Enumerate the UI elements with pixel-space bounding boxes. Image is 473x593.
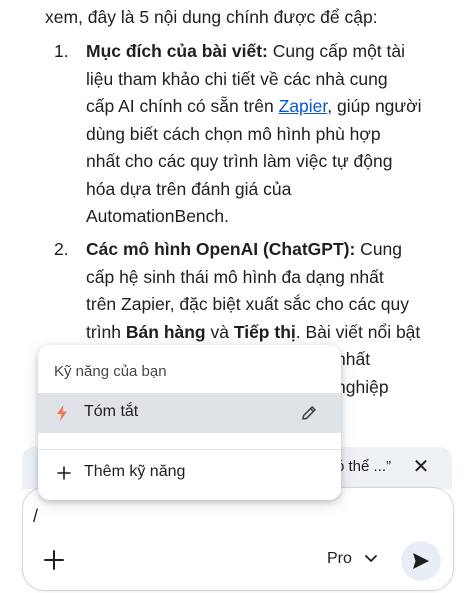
list-line: hóa dựa trên đánh giá của xyxy=(86,178,292,199)
divider xyxy=(38,449,341,450)
add-skill-label: Thêm kỹ năng xyxy=(84,463,186,480)
popup-title: Kỹ năng của bạn xyxy=(54,363,167,380)
skills-popup: Kỹ năng của bạn Tóm tắt Thêm kỹ năng xyxy=(38,345,341,500)
add-skill-button[interactable]: Thêm kỹ năng xyxy=(38,455,341,493)
chevron-down-icon[interactable] xyxy=(364,551,378,567)
list-number: 1. xyxy=(54,41,69,61)
response-intro: xem, đây là 5 nội dung chính được để cập… xyxy=(45,7,378,27)
list-line: AutomationBench. xyxy=(86,206,230,226)
list-line: Mục đích của bài viết: Cung cấp một tài xyxy=(86,38,405,66)
list-text: Cung xyxy=(355,239,403,259)
list-line: nghiệp xyxy=(336,376,389,397)
list-text: trình xyxy=(86,321,126,342)
list-text: . Bài viết nổi bật xyxy=(295,321,421,342)
list-text: Cung cấp một tài xyxy=(267,41,406,61)
list-line: trên Zapier, đặc biệt xuất sắc cho các q… xyxy=(86,294,409,314)
list-line: cấp hệ sinh thái mô hình đa dạng nhất xyxy=(86,266,384,287)
skill-item-summarize[interactable]: Tóm tắt xyxy=(38,393,341,433)
model-selector[interactable]: Pro xyxy=(327,550,352,568)
list-heading: Mục đích của bài viết: xyxy=(86,41,268,61)
prompt-composer[interactable] xyxy=(22,487,454,591)
list-line: nhất cho các quy trình làm việc tự động xyxy=(86,151,393,171)
banner-text: ó thể ...” xyxy=(336,458,392,475)
send-icon xyxy=(413,553,429,569)
close-icon[interactable]: ✕ xyxy=(410,454,432,480)
zapier-link[interactable]: Zapier xyxy=(279,96,328,116)
list-emphasis: Bán hàng xyxy=(125,321,206,342)
list-line: nhất xyxy=(336,349,371,369)
list-line: liệu tham khảo chi tiết về các nhà cung xyxy=(86,68,388,89)
list-line: cấp AI chính có sẵn trên Zapier, giúp ng… xyxy=(86,93,421,121)
prompt-input[interactable]: / xyxy=(33,506,38,527)
list-heading: Các mô hình OpenAI (ChatGPT): xyxy=(86,239,356,259)
list-line: Các mô hình OpenAI (ChatGPT): Cung xyxy=(86,236,402,264)
skill-item-label: Tóm tắt xyxy=(84,403,139,420)
list-text: và xyxy=(205,321,234,342)
list-number: 2. xyxy=(54,239,69,259)
list-emphasis: Tiếp thị xyxy=(233,321,296,342)
plus-icon xyxy=(44,550,64,570)
list-line: trình Bán hàng và Tiếp thị. Bài viết nổi… xyxy=(86,319,420,347)
pencil-icon[interactable] xyxy=(300,404,318,422)
list-line: dùng biết cách chọn mô hình phù hợp xyxy=(86,123,381,144)
add-attachment-button[interactable] xyxy=(38,544,70,576)
send-button[interactable] xyxy=(401,541,441,581)
plus-icon xyxy=(57,466,71,480)
bolt-icon xyxy=(57,405,67,421)
list-text: cấp AI chính có sẵn trên xyxy=(86,96,279,116)
list-text: , giúp người xyxy=(327,96,422,116)
